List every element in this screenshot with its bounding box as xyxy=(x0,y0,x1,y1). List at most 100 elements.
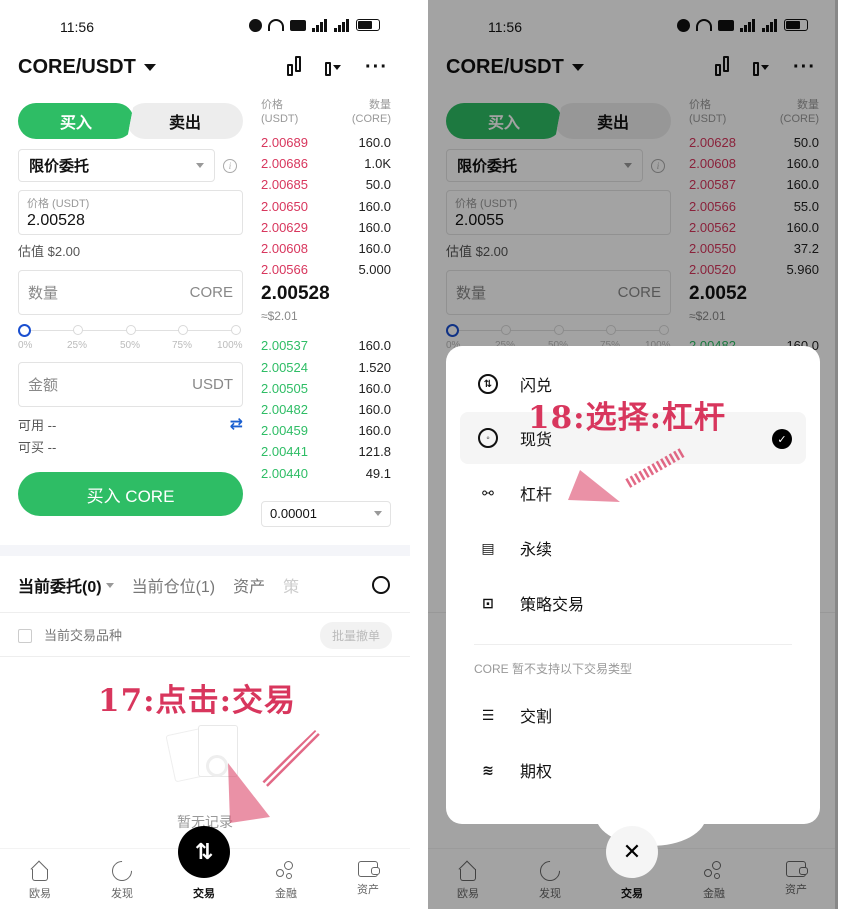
order-price: 2.00459 xyxy=(261,423,308,439)
unsupported-note: CORE 暂不支持以下交易类型 xyxy=(474,662,633,676)
slider-label: 0% xyxy=(18,340,33,351)
order-quantity: 160.0 xyxy=(358,338,391,354)
ask-row[interactable]: 2.00689 160.0 xyxy=(261,132,391,153)
slider-stop-100[interactable] xyxy=(231,325,241,335)
estimate-value: 估值 $2.00 xyxy=(18,244,81,259)
price-value: 2.00528 xyxy=(27,212,85,229)
bid-row[interactable]: 2.00482 160.0 xyxy=(261,399,391,420)
caret-down-icon xyxy=(105,582,114,588)
order-quantity: 160.0 xyxy=(358,241,391,257)
menu-item-perpetual[interactable]: ▤ 永续 xyxy=(460,522,806,574)
last-price: 2.00528 xyxy=(261,283,330,305)
slider-stop-50[interactable] xyxy=(126,325,136,335)
tab-positions[interactable]: 当前仓位(1) xyxy=(132,573,216,597)
wallet-icon xyxy=(358,861,380,877)
caret-down-icon xyxy=(196,163,204,168)
order-quantity: 50.0 xyxy=(365,177,391,193)
tab-assets[interactable]: 资产 xyxy=(233,573,265,597)
nav-finance[interactable]: 金融 xyxy=(256,861,316,901)
buy-core-button[interactable]: 买入 CORE xyxy=(18,472,243,516)
amount-unit: USDT xyxy=(192,376,233,393)
order-quantity: 160.0 xyxy=(358,219,391,235)
bid-row[interactable]: 2.00524 1.520 xyxy=(261,357,391,378)
history-icon[interactable] xyxy=(372,576,390,594)
order-type-value: 限价委托 xyxy=(29,158,90,175)
options-icon: ≋ xyxy=(482,761,494,778)
order-price: 2.00482 xyxy=(261,401,308,417)
amount-input[interactable]: 金额 USDT xyxy=(18,362,243,407)
order-type-select[interactable]: 限价委托 xyxy=(18,149,215,182)
order-price: 2.00650 xyxy=(261,198,308,214)
quantity-input[interactable]: 数量 CORE xyxy=(18,270,243,315)
trade-button[interactable]: ⇅ xyxy=(178,826,230,878)
buy-tab[interactable]: 买入 xyxy=(18,103,134,139)
ask-row[interactable]: 2.00650 160.0 xyxy=(261,196,391,217)
tick-size-value: 0.00001 xyxy=(270,506,317,522)
nav-discover[interactable]: 发现 xyxy=(92,856,152,901)
percent-slider[interactable]: 0% 25% 50% 75% 100% xyxy=(18,323,243,357)
current-pair-filter[interactable]: 当前交易品种 xyxy=(18,625,122,645)
bot-icon: ⊡ xyxy=(482,594,494,611)
nav-home[interactable]: 欧易 xyxy=(10,861,70,901)
more-icon[interactable]: ··· xyxy=(365,57,388,77)
order-book-header: 价格 (USDT) 数量 (CORE) xyxy=(261,99,391,125)
header: CORE/USDT ··· xyxy=(0,50,410,90)
order-book: 价格 (USDT) 数量 (CORE) 2.00689 160.0 2.00686 1.0… xyxy=(261,98,391,527)
ask-row[interactable]: 2.00566 5.000 xyxy=(261,259,391,280)
ask-row[interactable]: 2.00629 160.0 xyxy=(261,217,391,238)
quantity-placeholder: 数量 xyxy=(28,285,59,302)
tick-size-select[interactable]: 0.00001 xyxy=(261,500,391,527)
order-quantity: 1.0K xyxy=(364,156,391,172)
order-price: 2.00441 xyxy=(261,444,308,460)
order-quantity: 160.0 xyxy=(358,401,391,417)
check-icon: ✓ xyxy=(772,429,792,449)
ask-row[interactable]: 2.00685 50.0 xyxy=(261,174,391,195)
menu-item-options[interactable]: ≋ 期权 xyxy=(460,744,806,796)
tab-strategy[interactable]: 策 xyxy=(283,573,299,597)
close-menu-button[interactable]: ✕ xyxy=(606,826,658,878)
order-price: 2.00608 xyxy=(261,241,308,257)
order-quantity: 160.0 xyxy=(358,423,391,439)
tab-open-orders[interactable]: 当前委托(0) xyxy=(18,573,114,597)
order-price: 2.00686 xyxy=(261,156,308,172)
slider-handle[interactable] xyxy=(18,324,31,337)
swap-icon[interactable]: ⇄ xyxy=(230,414,243,434)
order-price: 2.00537 xyxy=(261,338,308,354)
bid-row[interactable]: 2.00441 121.8 xyxy=(261,441,391,462)
section-divider xyxy=(0,545,410,556)
sell-tab[interactable]: 卖出 xyxy=(127,103,243,139)
bid-row[interactable]: 2.00505 160.0 xyxy=(261,378,391,399)
bid-row[interactable]: 2.00537 160.0 xyxy=(261,335,391,356)
amount-placeholder: 金额 xyxy=(28,377,59,394)
price-input[interactable]: 价格 (USDT) 2.00528 xyxy=(18,190,243,235)
annotation-arrow xyxy=(228,730,320,823)
ask-row[interactable]: 2.00608 160.0 xyxy=(261,238,391,259)
order-price: 2.00440 xyxy=(261,465,308,481)
info-icon[interactable]: i xyxy=(223,158,237,173)
order-price: 2.00685 xyxy=(261,177,308,193)
phone-screen-step-18: 11:56 CORE/USDT ··· 买入 卖出 限价委托 i 价格 (USD… xyxy=(428,0,838,909)
candlestick-compare-icon[interactable] xyxy=(287,56,302,76)
slider-stop-75[interactable] xyxy=(178,325,188,335)
candlestick-menu-icon[interactable] xyxy=(325,58,342,76)
pair-selector[interactable]: CORE/USDT xyxy=(18,56,156,79)
futures-icon: ☰ xyxy=(481,706,495,723)
bid-row[interactable]: 2.00459 160.0 xyxy=(261,420,391,441)
slider-stop-25[interactable] xyxy=(73,325,83,335)
margin-icon: ⚯ xyxy=(482,484,494,501)
discover-icon xyxy=(107,856,137,886)
menu-item-bot[interactable]: ⊡ 策略交易 xyxy=(460,577,806,629)
max-buy: 可买 -- xyxy=(18,439,57,455)
quantity-unit: CORE xyxy=(189,284,233,301)
checkbox[interactable] xyxy=(18,628,32,643)
trade-icon: ⇅ xyxy=(194,839,214,864)
finance-icon xyxy=(276,861,296,881)
batch-cancel-button[interactable]: 批量撤单 xyxy=(319,621,392,649)
price-label: 价格 (USDT) xyxy=(27,198,90,210)
menu-item-futures[interactable]: ☰ 交割 xyxy=(460,689,806,741)
nav-assets[interactable]: 资产 xyxy=(338,861,398,897)
bid-row[interactable]: 2.00440 49.1 xyxy=(261,462,391,483)
order-form: 买入 卖出 限价委托 i 价格 (USDT) 2.00528 估值 $2.00 … xyxy=(18,103,243,516)
ask-row[interactable]: 2.00686 1.0K xyxy=(261,153,391,174)
scrollbar[interactable] xyxy=(835,0,838,909)
